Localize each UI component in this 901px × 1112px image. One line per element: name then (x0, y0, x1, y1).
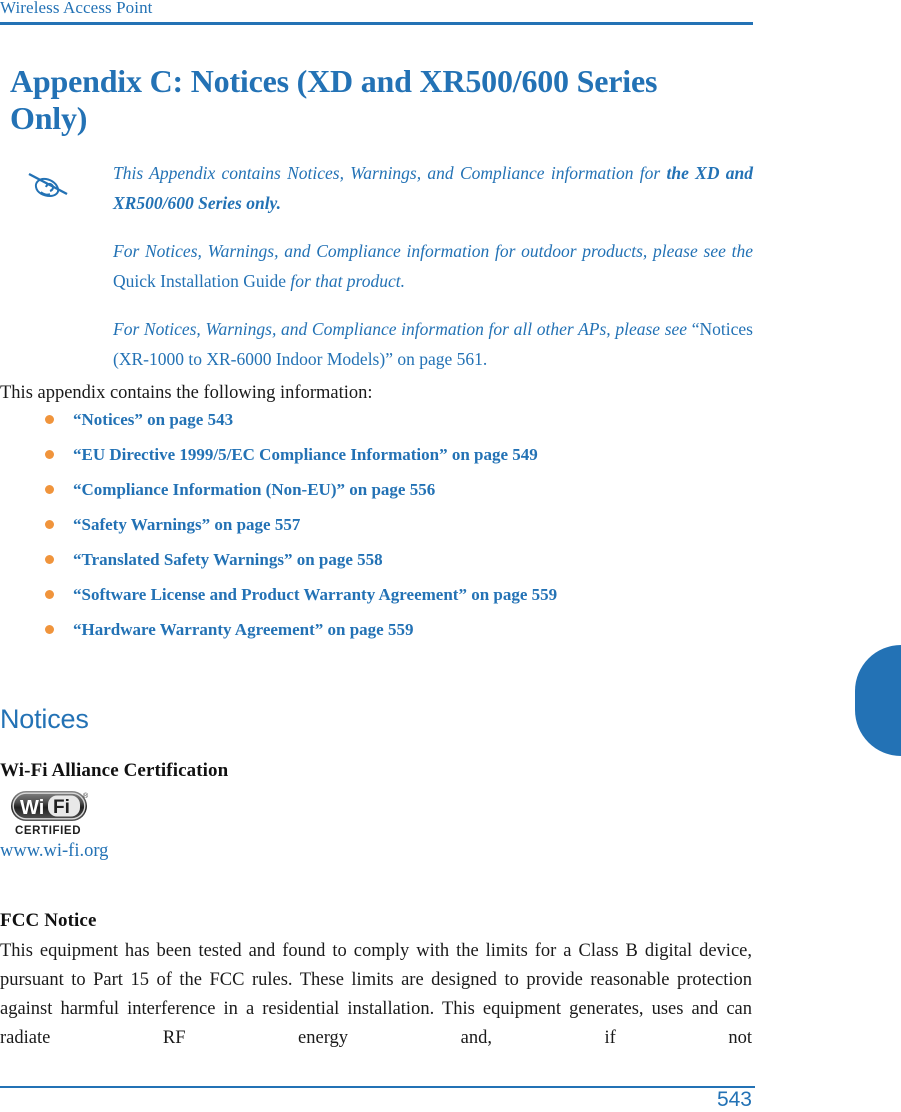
list-item[interactable]: “Compliance Information (Non-EU)” on pag… (0, 472, 760, 507)
section-heading-notices: Notices (0, 704, 89, 735)
bullet-dot-icon (45, 485, 54, 494)
running-header-title: Wireless Access Point (0, 0, 153, 17)
list-item[interactable]: “Software License and Product Warranty A… (0, 577, 760, 612)
page-number: 543 (716, 1088, 752, 1111)
list-item-label: “Software License and Product Warranty A… (73, 585, 558, 604)
bullet-dot-icon (45, 590, 54, 599)
svg-text:Fi: Fi (53, 797, 70, 818)
subheading-wifi-alliance-certification: Wi-Fi Alliance Certification (0, 760, 229, 781)
note-callout: This Appendix contains Notices, Warnings… (0, 158, 760, 374)
thumb-index-tab (855, 645, 901, 756)
note-paragraph-3: For Notices, Warnings, and Compliance in… (113, 314, 753, 374)
list-item-label: “Notices” on page 543 (73, 410, 234, 429)
bullet-dot-icon (45, 415, 54, 424)
cross-reference-list: “Notices” on page 543 “EU Directive 1999… (0, 402, 760, 647)
note-paragraph-1-lead: This Appendix contains Notices, Warnings… (113, 163, 667, 183)
list-item[interactable]: “Hardware Warranty Agreement” on page 55… (0, 612, 760, 647)
list-item-label: “Hardware Warranty Agreement” on page 55… (73, 620, 414, 639)
subheading-fcc-notice: FCC Notice (0, 910, 97, 931)
list-item-label: “Safety Warnings” on page 557 (73, 515, 301, 534)
list-item-label: “Compliance Information (Non-EU)” on pag… (73, 480, 436, 499)
note-paragraph-3-lead: For Notices, Warnings, and Compliance in… (113, 319, 692, 339)
list-item-label: “EU Directive 1999/5/EC Compliance Infor… (73, 445, 538, 464)
bullet-dot-icon (45, 625, 54, 634)
bullet-dot-icon (45, 520, 54, 529)
wifi-certified-logo-icon: Wi Fi ® CERTIFIED (10, 789, 92, 837)
note-paragraph-2-tail: for that product. (286, 271, 405, 291)
list-item[interactable]: “Notices” on page 543 (0, 402, 760, 437)
list-item-label: “Translated Safety Warnings” on page 558 (73, 550, 383, 569)
note-pen-icon (26, 170, 70, 204)
header-rule (0, 22, 753, 25)
page-title: Appendix C: Notices (XD and XR500/600 Se… (10, 63, 658, 137)
note-paragraph-2-guide-title: Quick Installation Guide (113, 271, 287, 291)
note-paragraph-2: For Notices, Warnings, and Compliance in… (113, 236, 753, 296)
note-body: This Appendix contains Notices, Warnings… (113, 158, 753, 374)
fcc-notice-body-text: This equipment has been tested and found… (0, 940, 752, 1048)
svg-text:Wi: Wi (20, 797, 44, 819)
svg-text:CERTIFIED: CERTIFIED (15, 825, 81, 837)
bullet-dot-icon (45, 450, 54, 459)
list-item[interactable]: “EU Directive 1999/5/EC Compliance Infor… (0, 437, 760, 472)
list-item[interactable]: “Safety Warnings” on page 557 (0, 507, 760, 542)
list-item[interactable]: “Translated Safety Warnings” on page 558 (0, 542, 760, 577)
note-paragraph-2-lead: For Notices, Warnings, and Compliance in… (113, 241, 753, 261)
note-paragraph-1: This Appendix contains Notices, Warnings… (113, 158, 753, 218)
bullet-dot-icon (45, 555, 54, 564)
wifi-org-link[interactable]: www.wi-fi.org (0, 841, 108, 862)
document-page: Wireless Access Point Appendix C: Notice… (0, 0, 901, 1111)
svg-text:®: ® (83, 792, 89, 800)
